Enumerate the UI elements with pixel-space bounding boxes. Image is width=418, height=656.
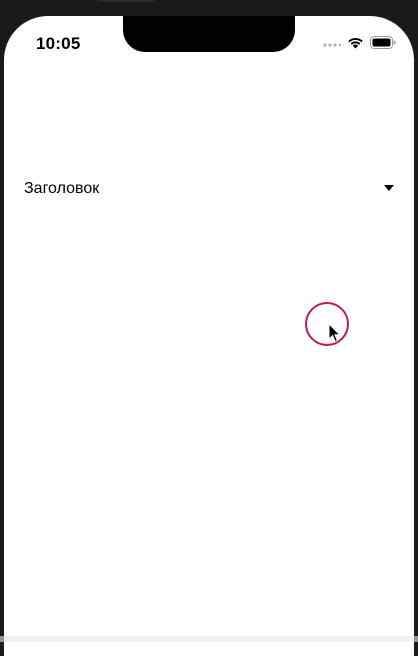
wifi-icon [347, 37, 364, 49]
device-notch [123, 16, 295, 52]
battery-icon [370, 36, 396, 49]
window-title-fragment [96, 0, 156, 2]
mouse-cursor-icon [328, 323, 342, 348]
tap-indicator [305, 302, 349, 346]
status-icons [323, 36, 396, 49]
caret-down-icon[interactable] [384, 185, 394, 191]
status-time: 10:05 [36, 34, 80, 54]
signal-dots-icon [323, 38, 341, 48]
collapsible-header[interactable]: Заголовок [24, 180, 394, 202]
bottom-edge [0, 636, 418, 642]
phone-screen: 10:05 Заголовок [4, 16, 414, 656]
header-title: Заголовок [24, 180, 99, 198]
